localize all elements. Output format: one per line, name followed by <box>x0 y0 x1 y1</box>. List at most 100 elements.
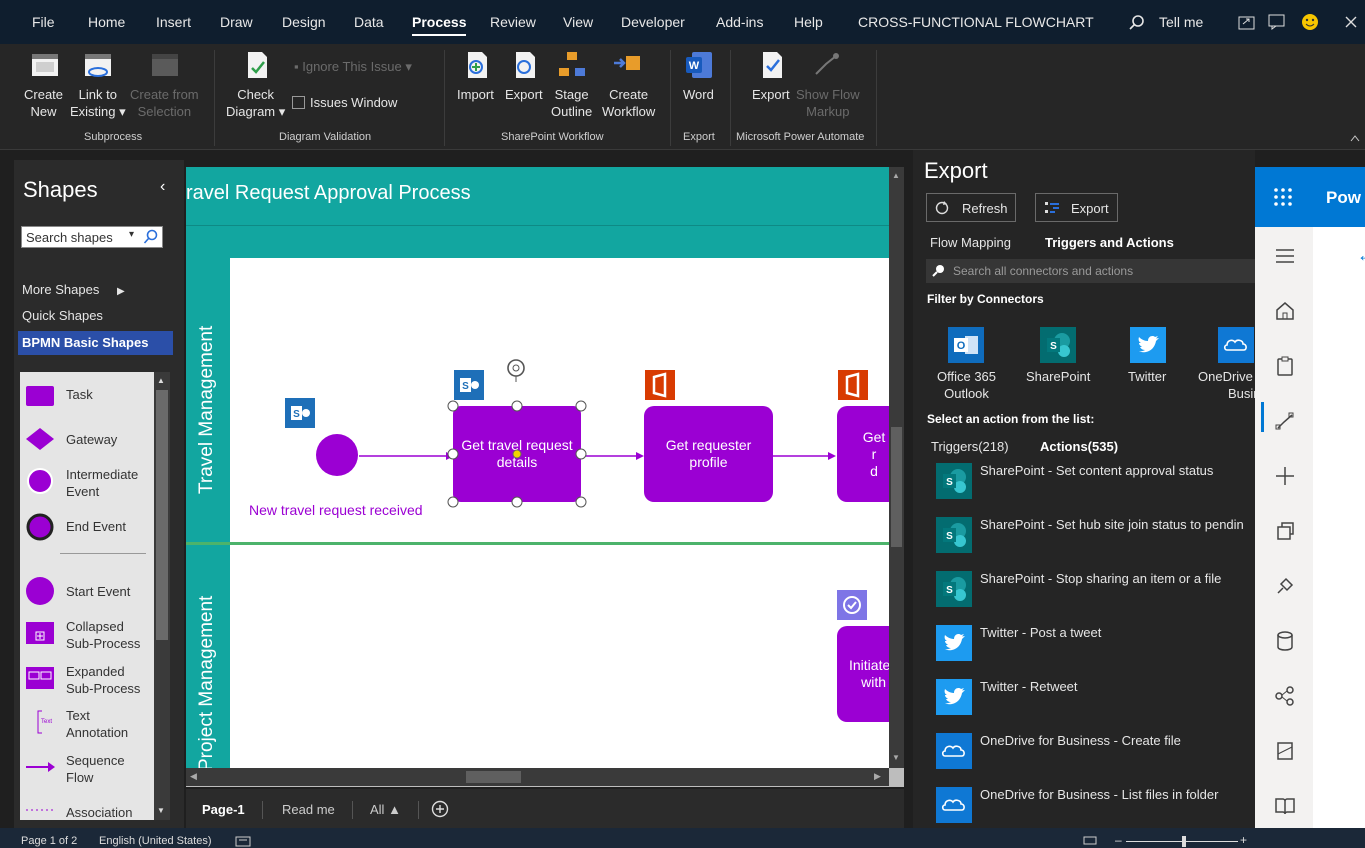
clipboard-icon[interactable] <box>1274 355 1296 377</box>
action-item[interactable]: S SharePoint - Stop sharing an item or a … <box>936 571 1256 615</box>
zoom-out-button[interactable]: – <box>1115 833 1122 847</box>
menu-addins[interactable]: Add-ins <box>716 14 763 30</box>
create-plus-icon[interactable] <box>1274 465 1296 487</box>
tab-actions[interactable]: Actions(535) <box>1040 439 1118 454</box>
selection-handles[interactable] <box>445 398 589 510</box>
app-launcher-icon[interactable] <box>1273 187 1293 207</box>
zoom-in-button[interactable]: + <box>1240 833 1247 847</box>
back-arrow-icon[interactable]: ← <box>1357 245 1365 266</box>
tab-page-1[interactable]: Page-1 <box>202 802 245 817</box>
ignore-this-issue-button[interactable]: ▪ Ignore This Issue ▾ <box>294 58 412 75</box>
stencil-association[interactable]: Association <box>26 802 132 820</box>
stage-outline-button[interactable]: Stage Outline <box>551 86 592 120</box>
export-sharepoint-button[interactable]: Export <box>505 86 543 103</box>
start-event-circle[interactable] <box>315 433 359 477</box>
menu-file[interactable]: File <box>32 14 55 30</box>
home-icon[interactable] <box>1274 300 1296 322</box>
action-item[interactable]: S SharePoint - Set content approval statu… <box>936 463 1256 507</box>
action-item[interactable]: S SharePoint - Set hub site join status t… <box>936 517 1256 561</box>
link-to-existing-button[interactable]: Link to Existing ▾ <box>70 86 126 120</box>
templates-icon[interactable] <box>1274 520 1296 542</box>
check-diagram-button[interactable]: Check Diagram ▾ <box>226 86 285 120</box>
rotate-handle-icon[interactable] <box>504 356 528 382</box>
word-button[interactable]: Word <box>683 86 714 103</box>
stencil-scrollbar[interactable]: ▲ ▼ <box>154 372 170 820</box>
tab-read-me[interactable]: Read me <box>282 802 335 817</box>
connector-onedrive[interactable]: OneDriveBusines <box>1198 325 1255 405</box>
action-item[interactable]: OneDrive for Business - List files in fo… <box>936 787 1256 831</box>
menu-process[interactable]: Process <box>412 14 467 36</box>
flows-icon[interactable] <box>1274 410 1296 432</box>
refresh-button[interactable]: Refresh <box>926 193 1016 222</box>
diagram-title-bar[interactable]: ravel Request Approval Process <box>186 167 889 225</box>
search-icon[interactable] <box>1129 15 1145 31</box>
export-button[interactable]: Export <box>1035 193 1118 222</box>
stencil-task[interactable]: Task <box>26 386 93 410</box>
import-button[interactable]: Import <box>457 86 494 103</box>
more-shapes-link[interactable]: More Shapes ▶ <box>22 282 125 297</box>
data-cylinder-icon[interactable] <box>1274 630 1296 652</box>
search-shapes-input[interactable]: Search shapes ▾ <box>21 226 163 248</box>
learn-book-icon[interactable] <box>1274 795 1296 817</box>
menu-cross-functional-flowchart[interactable]: CROSS-FUNCTIONAL FLOWCHART <box>858 14 1094 30</box>
add-page-icon[interactable] <box>431 800 449 818</box>
menu-design[interactable]: Design <box>282 14 326 30</box>
share-icon[interactable] <box>1238 14 1256 30</box>
collapse-ribbon-icon[interactable] <box>1350 134 1360 142</box>
connectors-plug-icon[interactable] <box>1274 575 1296 597</box>
menu-home[interactable]: Home <box>88 14 125 30</box>
solutions-icon[interactable] <box>1274 740 1296 762</box>
hamburger-menu-icon[interactable] <box>1274 245 1296 267</box>
page-count[interactable]: Page 1 of 2 <box>21 835 77 847</box>
connector-office365-outlook[interactable]: O Office 365 Outlook <box>930 325 1000 405</box>
create-new-button[interactable]: Create New <box>24 86 63 120</box>
action-item[interactable]: Twitter - Post a tweet <box>936 625 1256 669</box>
close-icon[interactable] <box>1345 16 1357 28</box>
horizontal-scrollbar[interactable]: ◀ ▶ <box>186 768 889 786</box>
tab-triggers[interactable]: Triggers(218) <box>931 439 1009 454</box>
search-icon[interactable] <box>143 229 159 245</box>
collapse-shapes-icon[interactable]: ‹ <box>160 178 165 196</box>
action-item[interactable]: Twitter - Retweet <box>936 679 1256 723</box>
search-connectors-input[interactable]: Search all connectors and actions <box>926 259 1255 283</box>
task-initiate-partial[interactable]: Initiate with <box>837 626 890 722</box>
vertical-scrollbar[interactable]: ▲ ▼ <box>889 167 904 768</box>
language[interactable]: English (United States) <box>99 835 212 847</box>
bpmn-basic-shapes-tab[interactable]: BPMN Basic Shapes <box>18 331 173 355</box>
menu-help[interactable]: Help <box>794 14 823 30</box>
issues-window-checkbox[interactable]: Issues Window <box>292 94 397 111</box>
action-item[interactable]: OneDrive for Business - Create file <box>936 733 1256 777</box>
menu-insert[interactable]: Insert <box>156 14 191 30</box>
stencil-sequence-flow[interactable]: Sequence Flow <box>26 752 125 786</box>
task-get-partial[interactable]: Get rd <box>837 406 889 502</box>
tab-flow-mapping[interactable]: Flow Mapping <box>930 235 1011 250</box>
power-automate-export-button[interactable]: Export <box>752 86 790 103</box>
chevron-down-icon[interactable]: ▾ <box>129 229 134 240</box>
menu-review[interactable]: Review <box>490 14 536 30</box>
show-flow-markup-button[interactable]: Show Flow Markup <box>796 86 860 120</box>
stencil-gateway[interactable]: Gateway <box>26 428 117 454</box>
stencil-intermediate-event[interactable]: Intermediate Event <box>26 466 138 500</box>
menu-developer[interactable]: Developer <box>621 14 685 30</box>
menu-data[interactable]: Data <box>354 14 384 30</box>
stencil-collapsed-subprocess[interactable]: Collapsed Sub-Process <box>26 618 140 652</box>
tell-me-label[interactable]: Tell me <box>1159 14 1203 30</box>
stencil-text-annotation[interactable]: Text Text Annotation <box>26 707 128 741</box>
create-from-selection-button[interactable]: Create from Selection <box>130 86 199 120</box>
connector-sharepoint[interactable]: S SharePoint <box>1024 325 1094 405</box>
stencil-expanded-subprocess[interactable]: Expanded Sub-Process <box>26 663 140 697</box>
tab-triggers-and-actions[interactable]: Triggers and Actions <box>1045 235 1174 250</box>
menu-draw[interactable]: Draw <box>220 14 253 30</box>
menu-view[interactable]: View <box>563 14 593 30</box>
quick-shapes-link[interactable]: Quick Shapes <box>22 308 103 323</box>
connector-twitter[interactable]: Twitter <box>1122 325 1182 405</box>
task-get-requester-profile[interactable]: Get requester profile <box>644 406 773 502</box>
stencil-start-event[interactable]: Start Event <box>26 576 130 610</box>
comment-icon[interactable] <box>1268 14 1286 30</box>
all-pages-menu[interactable]: All ▲ <box>370 802 401 817</box>
stencil-end-event[interactable]: End Event <box>26 512 126 546</box>
process-mining-icon[interactable] <box>1274 685 1296 707</box>
create-workflow-button[interactable]: Create Workflow <box>602 86 655 120</box>
smiley-icon[interactable] <box>1301 13 1319 31</box>
fit-page-icon[interactable] <box>1083 836 1097 846</box>
